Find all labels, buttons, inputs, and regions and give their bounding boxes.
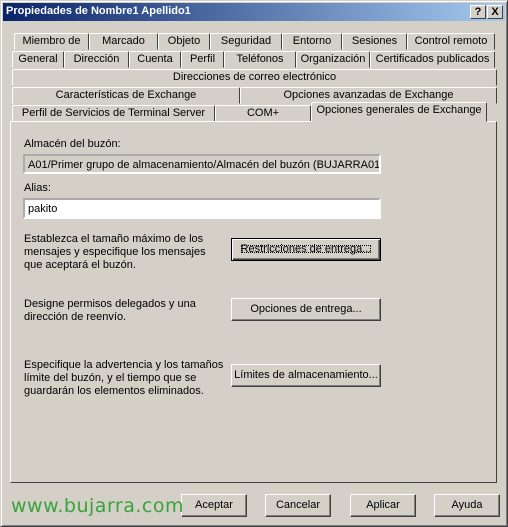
tab-perfil[interactable]: Perfil <box>181 51 224 68</box>
opciones-entrega-button[interactable]: Opciones de entrega... <box>231 298 381 321</box>
watermark: www.bujarra.com <box>11 495 184 517</box>
alias-label: Alias: <box>24 182 51 194</box>
limites-almacenamiento-button[interactable]: Límites de almacenamiento... <box>231 364 381 387</box>
tab-cuenta[interactable]: Cuenta <box>129 51 181 68</box>
restricciones-entrega-button[interactable]: Restricciones de entrega... <box>231 238 381 261</box>
tab-control-remoto[interactable]: Control remoto <box>407 33 495 50</box>
tab-opciones-generales-exchange[interactable]: Opciones generales de Exchange <box>311 102 487 122</box>
restrictions-description: Establezca el tamaño máximo de los mensa… <box>24 233 206 271</box>
tab-general[interactable]: General <box>12 51 64 68</box>
title-bar[interactable]: Propiedades de Nombre1 Apellido1 ? X <box>3 3 505 21</box>
tab-certificados-publicados[interactable]: Certificados publicados <box>370 51 495 68</box>
ok-button[interactable]: Aceptar <box>181 494 247 517</box>
alias-input[interactable]: pakito <box>23 198 381 219</box>
tab-sesiones[interactable]: Sesiones <box>342 33 407 50</box>
tab-caracteristicas-exchange[interactable]: Características de Exchange <box>12 87 240 104</box>
tab-objeto[interactable]: Objeto <box>158 33 210 50</box>
tab-marcado[interactable]: Marcado <box>89 33 158 50</box>
properties-dialog: Propiedades de Nombre1 Apellido1 ? X Mie… <box>0 0 508 527</box>
tab-perfil-terminal-server[interactable]: Perfil de Servicios de Terminal Server <box>12 105 215 122</box>
close-icon[interactable]: X <box>487 5 503 19</box>
tab-direcciones-correo[interactable]: Direcciones de correo electrónico <box>12 69 497 86</box>
restricciones-entrega-label: Restricciones de entrega... <box>238 242 375 256</box>
mailbox-store-label: Almacén del buzón: <box>24 138 121 150</box>
tab-seguridad[interactable]: Seguridad <box>210 33 282 50</box>
apply-button[interactable]: Aplicar <box>350 494 416 517</box>
tab-organizacion[interactable]: Organización <box>296 51 370 68</box>
mailbox-store-field: A01/Primer grupo de almacenamiento/Almac… <box>23 154 381 174</box>
tab-panel: Almacén del buzón: A01/Primer grupo de a… <box>10 121 497 483</box>
delivery-description: Designe permisos delegados y una direcci… <box>24 298 196 323</box>
tab-miembro-de[interactable]: Miembro de <box>14 33 89 50</box>
help-icon[interactable]: ? <box>470 5 486 19</box>
tab-direccion[interactable]: Dirección <box>64 51 129 68</box>
window-title: Propiedades de Nombre1 Apellido1 <box>6 5 191 17</box>
help-button[interactable]: Ayuda <box>434 494 500 517</box>
storage-description: Especifique la advertencia y los tamaños… <box>24 359 224 397</box>
tab-entorno[interactable]: Entorno <box>282 33 342 50</box>
tab-telefonos[interactable]: Teléfonos <box>224 51 296 68</box>
cancel-button[interactable]: Cancelar <box>265 494 331 517</box>
tab-com-plus[interactable]: COM+ <box>215 105 311 122</box>
